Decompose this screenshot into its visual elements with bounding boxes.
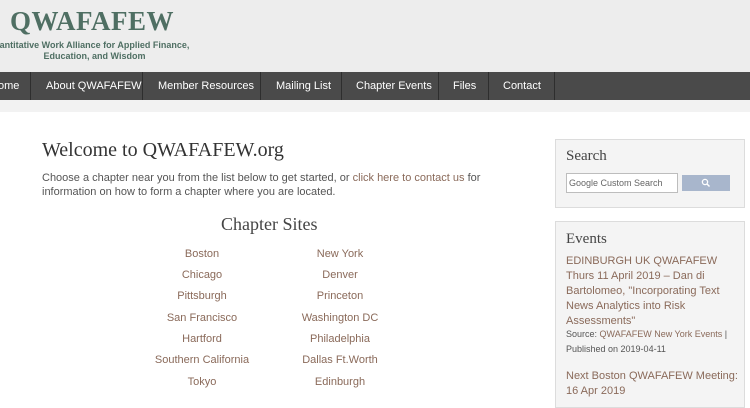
nav-divider [341,72,342,100]
nav-contact[interactable]: Contact [503,72,541,100]
search-widget: Search [555,139,745,208]
site-header: QWAFAFEW antitative Work Alliance for Ap… [0,0,750,72]
nav-divider [260,72,261,100]
nav-underline-strip [0,100,750,112]
chapter-link-pittsburgh[interactable]: Pittsburgh [142,290,262,302]
chapter-link-philadelphia[interactable]: Philadelphia [280,333,400,345]
nav-about[interactable]: About QWAFAFEW [46,72,142,100]
nav-files[interactable]: Files [453,72,476,100]
intro-text: Choose a chapter near you from the list … [42,171,482,199]
nav-chapter-events[interactable]: Chapter Events [356,72,432,100]
chapter-link-new-york[interactable]: New York [280,248,400,260]
search-widget-title: Search [566,148,607,164]
chapter-sites-heading: Chapter Sites [221,214,318,234]
chapter-link-washington-dc[interactable]: Washington DC [280,312,400,324]
chapter-link-princeton[interactable]: Princeton [280,290,400,302]
event-meta: Source: QWAFAFEW New York Events | Publi… [566,327,741,357]
chapter-link-hartford[interactable]: Hartford [142,333,262,345]
nav-member-resources[interactable]: Member Resources [158,72,254,100]
nav-divider [142,72,143,100]
chapter-link-denver[interactable]: Denver [280,269,400,281]
chapter-link-dallas-ft-worth[interactable]: Dallas Ft.Worth [280,354,400,366]
intro-text-start: Choose a chapter near you from the list … [42,172,353,184]
contact-us-link[interactable]: click here to contact us [353,172,465,184]
nav-home[interactable]: ome [0,72,19,100]
nav-divider [30,72,31,100]
event-source-link[interactable]: QWAFAFEW New York Events [600,329,723,339]
event-source-label: Source: [566,329,600,339]
chapter-link-san-francisco[interactable]: San Francisco [142,312,262,324]
tagline-line-2: Education, and Wisdom [43,51,146,61]
tagline-line-1: antitative Work Alliance for Applied Fin… [0,40,190,50]
nav-mailing-list[interactable]: Mailing List [276,72,331,100]
main-nav: ome About QWAFAFEW Member Resources Mail… [0,72,750,100]
search-icon [701,178,710,187]
nav-divider [554,72,555,100]
nav-divider [488,72,489,100]
events-widget-title: Events [566,231,607,247]
chapter-link-edinburgh[interactable]: Edinburgh [280,376,400,388]
nav-divider [438,72,439,100]
events-widget: Events EDINBURGH UK QWAFAFEW Thurs 11 Ap… [555,221,745,408]
site-logo[interactable]: QWAFAFEW [10,6,174,37]
chapter-link-southern-california[interactable]: Southern California [142,354,262,366]
chapter-link-chicago[interactable]: Chicago [142,269,262,281]
site-tagline: antitative Work Alliance for Applied Fin… [0,40,197,62]
page-title: Welcome to QWAFAFEW.org [42,139,284,161]
search-button[interactable] [682,175,730,191]
event-link[interactable]: Next Boston QWAFAFEW Meeting: 16 Apr 201… [566,369,741,399]
chapter-link-tokyo[interactable]: Tokyo [142,376,262,388]
search-input[interactable] [566,173,678,193]
chapter-link-boston[interactable]: Boston [142,248,262,260]
event-link[interactable]: EDINBURGH UK QWAFAFEW Thurs 11 April 201… [566,254,741,329]
